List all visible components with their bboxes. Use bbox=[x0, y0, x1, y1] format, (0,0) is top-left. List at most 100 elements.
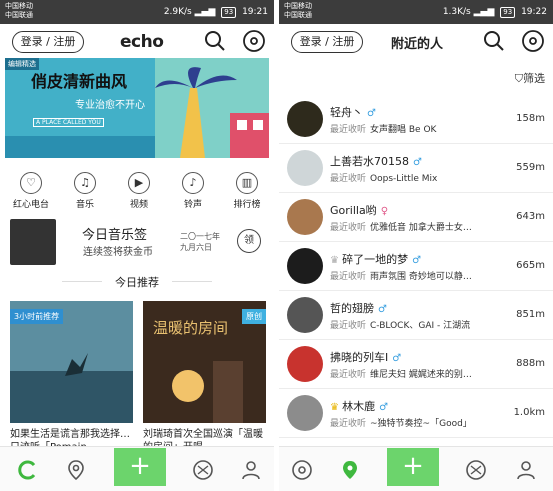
banner-caption: A PLACE CALLED YOU bbox=[33, 118, 104, 127]
recent-song: 雨声氛围 奇妙地可以静… bbox=[370, 272, 472, 282]
add-button[interactable]: + bbox=[387, 448, 439, 486]
add-button[interactable]: + bbox=[114, 448, 166, 486]
explore-icon[interactable] bbox=[465, 459, 487, 481]
search-icon[interactable] bbox=[204, 30, 226, 52]
carrier-2: 中国联通 bbox=[284, 11, 312, 19]
home-c-icon[interactable] bbox=[17, 459, 39, 481]
distance: 665m bbox=[516, 260, 545, 271]
login-button[interactable]: 登录 / 注册 bbox=[291, 31, 363, 53]
list-item[interactable]: 上善若水70158 ♂ 最近收听 Oops-Little Mix 559m bbox=[279, 144, 553, 193]
male-icon: ♂ bbox=[413, 157, 422, 168]
nearby-people-screen: 中国移动 中国联通 1.3K/s ▂▄▆ 93 19:22 登录 / 注册 附近… bbox=[279, 0, 553, 491]
category-chart[interactable]: ▥ 排行榜 bbox=[222, 172, 272, 210]
claim-button[interactable]: 领 bbox=[237, 229, 261, 253]
avatar[interactable] bbox=[287, 248, 323, 284]
original-badge: 原创 bbox=[242, 309, 266, 324]
status-bar: 中国移动 中国联通 1.3K/s ▂▄▆ 93 19:22 bbox=[279, 0, 553, 24]
top-header: 登录 / 注册 echo bbox=[0, 24, 274, 58]
crown-icon: ♛ bbox=[330, 402, 343, 413]
user-name: 林木鹿 bbox=[342, 400, 376, 413]
avatar[interactable] bbox=[287, 395, 323, 431]
list-item[interactable]: 拂晓的列车I ♂ 最近收听 维尼夫妇 娓娓述来的别… 888m bbox=[279, 340, 553, 389]
card-image-title: 温暖的房间 bbox=[153, 319, 229, 337]
carrier-2: 中国联通 bbox=[5, 11, 33, 19]
music-note-icon: ♫ bbox=[74, 172, 96, 194]
disc-player-icon[interactable] bbox=[242, 29, 266, 53]
video-icon: ▶ bbox=[128, 172, 150, 194]
distance: 559m bbox=[516, 162, 545, 173]
top-header: 登录 / 注册 附近的人 bbox=[279, 24, 553, 58]
daily-title: 今日音乐签 bbox=[82, 228, 148, 243]
recent-song: ~独特节奏控~「Good」 bbox=[370, 419, 472, 429]
avatar[interactable] bbox=[287, 297, 323, 333]
male-icon: ♂ bbox=[392, 353, 402, 364]
user-name: 拂晓的列车I bbox=[330, 351, 389, 364]
user-name: Gorilla哟 bbox=[330, 204, 377, 217]
disc-icon[interactable] bbox=[291, 459, 313, 481]
distance: 158m bbox=[516, 113, 545, 124]
male-icon: ♂ bbox=[379, 402, 389, 413]
recent-song: 女声翻唱 Be OK bbox=[370, 125, 437, 135]
category-ringtone[interactable]: ♪ 铃声 bbox=[168, 172, 218, 210]
filter-icon: ⛉ bbox=[514, 72, 523, 85]
recent-song: Oops-Little Mix bbox=[370, 174, 438, 184]
daily-thumbnail bbox=[10, 219, 56, 265]
avatar[interactable] bbox=[287, 199, 323, 235]
net-speed: 2.9K/s bbox=[163, 7, 192, 17]
bell-icon: ♪ bbox=[182, 172, 204, 194]
list-item[interactable]: 轻舟丶 ♂ 最近收听 女声翻唱 Be OK 158m bbox=[279, 95, 553, 144]
location-pin-icon[interactable] bbox=[339, 459, 361, 481]
distance: 851m bbox=[516, 309, 545, 320]
featured-banner[interactable]: 编辑精选 俏皮清新曲风 专业治愈不开心 A PLACE CALLED YOU bbox=[5, 58, 269, 158]
category-heart-radio[interactable]: ♡ 红心电台 bbox=[6, 172, 56, 210]
list-item[interactable]: ♛ 林木鹿 ♂ 最近收听 ~独特节奏控~「Good」 1.0km bbox=[279, 389, 553, 438]
category-row: ♡ 红心电台 ♫ 音乐 ▶ 视频 ♪ 铃声 ▥ 排行榜 bbox=[0, 172, 274, 210]
list-item[interactable]: Gorilla哟 ♀ 最近收听 优雅低音 加拿大爵士女… 643m bbox=[279, 193, 553, 242]
disc-player-icon[interactable] bbox=[521, 29, 545, 53]
male-icon: ♂ bbox=[367, 108, 376, 119]
female-icon: ♀ bbox=[380, 206, 389, 217]
banner-title: 俏皮清新曲风 bbox=[31, 72, 128, 91]
daily-music-sign[interactable]: 今日音乐签 连续签将获金币 二〇一七年 九月六日 领 bbox=[10, 219, 266, 265]
category-video[interactable]: ▶ 视频 bbox=[114, 172, 164, 210]
male-icon: ♂ bbox=[378, 304, 387, 315]
status-bar: 中国移动 中国联通 2.9K/s ▂▄▆ 93 19:21 bbox=[0, 0, 274, 24]
list-item[interactable]: 哲的翅膀 ♂ 最近收听 C-BLOCK、GAI - 江湖流 851m bbox=[279, 291, 553, 340]
echo-home-screen: 中国移动 中国联通 2.9K/s ▂▄▆ 93 19:21 登录 / 注册 ec… bbox=[0, 0, 274, 491]
search-icon[interactable] bbox=[483, 30, 505, 52]
profile-icon[interactable] bbox=[515, 459, 537, 481]
filter-button[interactable]: ⛉筛选 bbox=[515, 70, 545, 86]
page-title: 附近的人 bbox=[391, 37, 444, 52]
recommend-card[interactable]: 原创 温暖的房间 bbox=[143, 301, 266, 423]
recent-song: 维尼夫妇 娓娓述来的别… bbox=[370, 370, 472, 380]
location-pin-icon[interactable] bbox=[65, 459, 87, 481]
login-button[interactable]: 登录 / 注册 bbox=[12, 31, 84, 53]
daily-date: 二〇一七年 九月六日 bbox=[180, 232, 220, 252]
battery-icon: 93 bbox=[221, 7, 237, 18]
signal-icon: ▂▄▆ bbox=[194, 7, 216, 17]
user-name: 哲的翅膀 bbox=[330, 302, 374, 315]
banner-subtitle: 专业治愈不开心 bbox=[75, 100, 145, 111]
echo-logo: echo bbox=[120, 32, 164, 52]
recommend-card[interactable]: 3小时前推荐 bbox=[10, 301, 133, 423]
avatar[interactable] bbox=[287, 150, 323, 186]
profile-icon[interactable] bbox=[240, 459, 262, 481]
list-item[interactable]: ♛ 碎了一地的梦 ♂ 最近收听 雨声氛围 奇妙地可以静… 665m bbox=[279, 242, 553, 291]
heart-icon: ♡ bbox=[20, 172, 42, 194]
distance: 1.0km bbox=[513, 407, 545, 418]
recent-song: C-BLOCK、GAI - 江湖流 bbox=[370, 321, 471, 331]
chart-icon: ▥ bbox=[236, 172, 258, 194]
explore-icon[interactable] bbox=[192, 459, 214, 481]
category-music[interactable]: ♫ 音乐 bbox=[60, 172, 110, 210]
time-badge: 3小时前推荐 bbox=[10, 309, 64, 324]
user-name: 碎了一地的梦 bbox=[342, 253, 409, 266]
crown-icon: ♛ bbox=[330, 255, 343, 266]
daily-subtitle: 连续签将获金币 bbox=[83, 247, 153, 258]
divider bbox=[172, 281, 212, 282]
avatar[interactable] bbox=[287, 346, 323, 382]
distance: 643m bbox=[516, 211, 545, 222]
section-title: 今日推荐 bbox=[115, 276, 159, 289]
avatar[interactable] bbox=[287, 101, 323, 137]
user-name: 轻舟丶 bbox=[330, 106, 363, 119]
distance: 888m bbox=[516, 358, 545, 369]
